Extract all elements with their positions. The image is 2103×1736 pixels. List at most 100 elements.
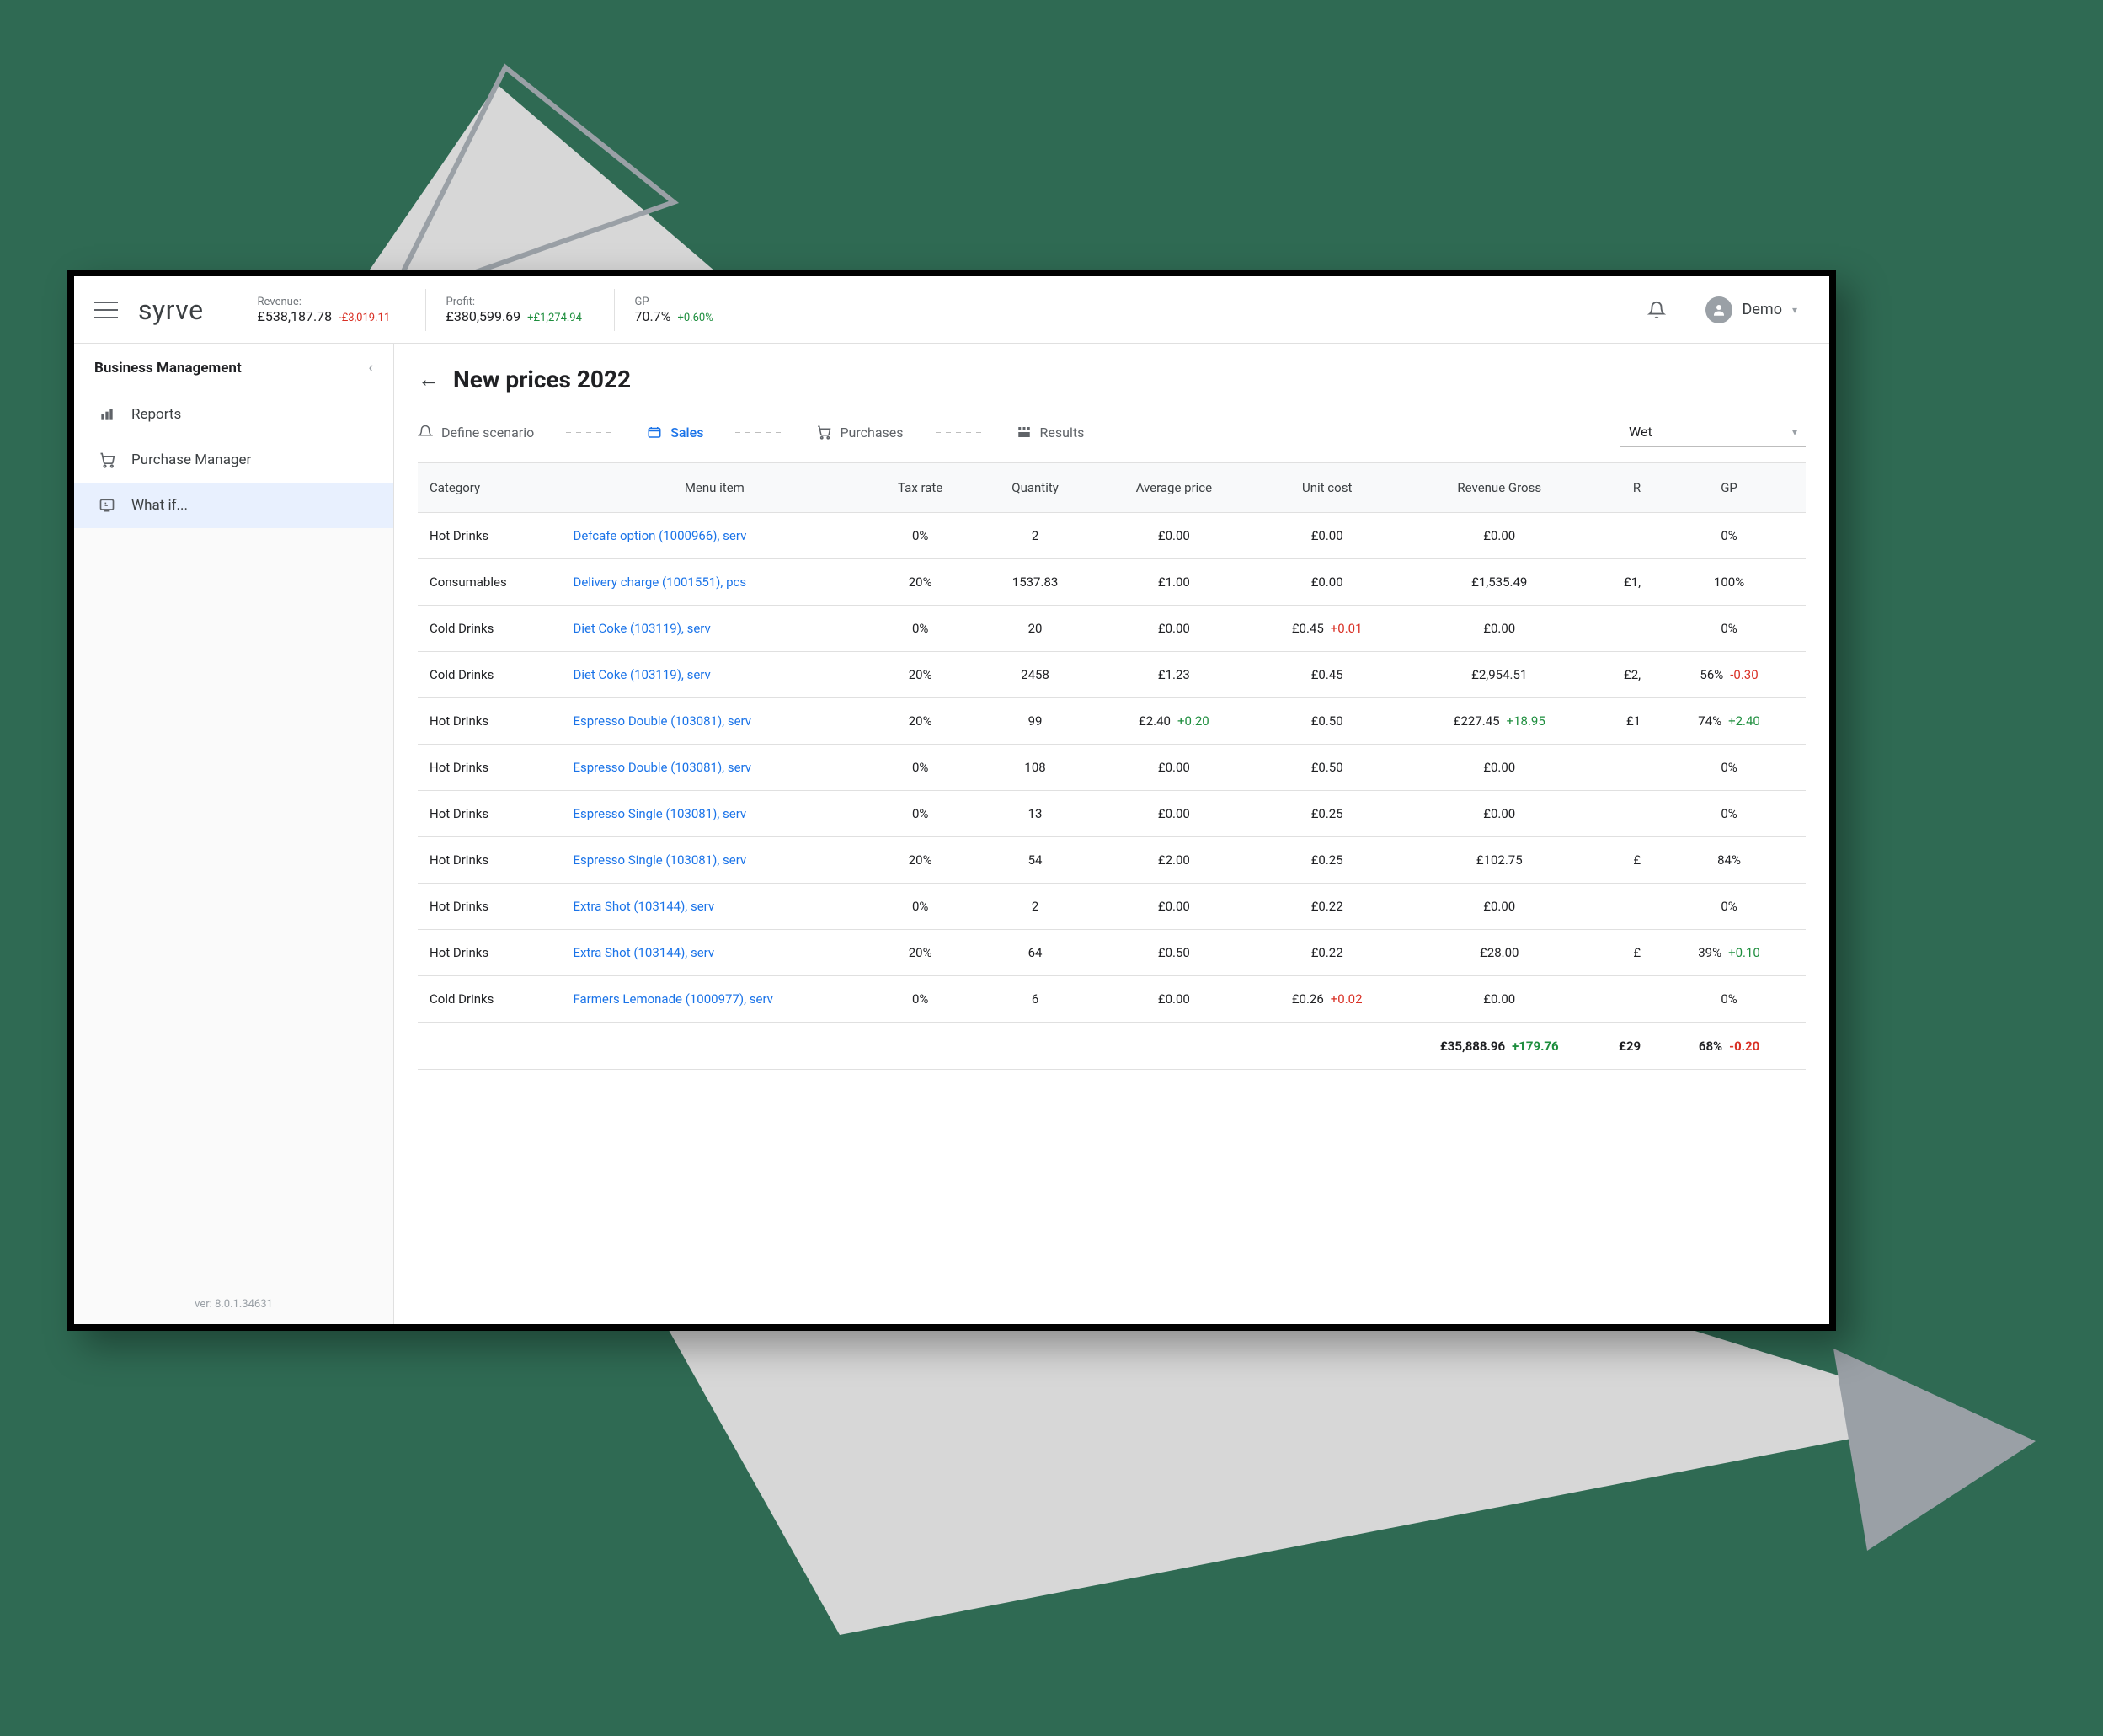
col-avg-price[interactable]: Average price	[1097, 463, 1251, 513]
table-row: Hot DrinksEspresso Double (103081), serv…	[418, 698, 1806, 745]
cell-average-price: £0.00	[1097, 745, 1251, 791]
whatif-icon	[98, 496, 116, 515]
cell-menu-item[interactable]: Diet Coke (103119), serv	[561, 606, 867, 652]
cell-revenue-net: £1	[1595, 698, 1652, 745]
cell-revenue-net: £	[1595, 930, 1652, 976]
results-icon	[1017, 425, 1032, 440]
tab-sales[interactable]: Sales	[647, 425, 703, 441]
cell-quantity: 54	[973, 837, 1097, 884]
cell-menu-item[interactable]: Diet Coke (103119), serv	[561, 652, 867, 698]
kpi-label: Revenue:	[258, 296, 405, 308]
sidebar-item-purchase[interactable]: Purchase Manager	[74, 437, 393, 483]
totals-rev-net: £29	[1619, 1039, 1641, 1054]
cell-revenue-net	[1595, 791, 1652, 837]
tab-results[interactable]: Results	[1017, 425, 1085, 441]
col-tax-rate[interactable]: Tax rate	[867, 463, 973, 513]
sidebar-section-header: Business Management ‹	[74, 344, 393, 392]
cell-quantity: 108	[973, 745, 1097, 791]
sidebar: Business Management ‹ Reports Purchase Ma…	[74, 344, 394, 1324]
cell-category: Hot Drinks	[418, 698, 561, 745]
kpi-value: £538,187.78	[258, 308, 333, 324]
cell-revenue-net: £	[1595, 837, 1652, 884]
cell-gp: 0%	[1652, 976, 1806, 1023]
back-button[interactable]: ←	[418, 366, 440, 393]
cell-menu-item[interactable]: Espresso Double (103081), serv	[561, 698, 867, 745]
cell-menu-item[interactable]: Espresso Single (103081), serv	[561, 837, 867, 884]
tab-purchases[interactable]: Purchases	[816, 425, 903, 441]
col-rev-net[interactable]: R	[1595, 463, 1652, 513]
cell-quantity: 2	[973, 884, 1097, 930]
sidebar-section-title: Business Management	[94, 360, 242, 377]
cell-gp: 0%	[1652, 513, 1806, 559]
cell-category: Hot Drinks	[418, 513, 561, 559]
cell-category: Hot Drinks	[418, 745, 561, 791]
col-gp[interactable]: GP	[1652, 463, 1806, 513]
table-row: Hot DrinksExtra Shot (103144), serv20%64…	[418, 930, 1806, 976]
sidebar-item-reports[interactable]: Reports	[74, 392, 393, 437]
cell-tax-rate: 0%	[867, 976, 973, 1023]
cell-average-price: £0.00	[1097, 606, 1251, 652]
cell-average-price: £2.40+0.20	[1097, 698, 1251, 745]
cell-quantity: 6	[973, 976, 1097, 1023]
notifications-button[interactable]	[1640, 293, 1673, 327]
cell-revenue-gross: £0.00	[1404, 884, 1595, 930]
cell-unit-cost: £0.25	[1251, 791, 1404, 837]
cell-revenue-gross: £28.00	[1404, 930, 1595, 976]
cell-tax-rate: 0%	[867, 791, 973, 837]
col-unit-cost[interactable]: Unit cost	[1251, 463, 1404, 513]
cell-tax-rate: 20%	[867, 837, 973, 884]
sales-table: Category Menu item Tax rate Quantity Ave…	[418, 463, 1806, 1324]
col-category[interactable]: Category	[418, 463, 561, 513]
menu-toggle-icon[interactable]	[94, 302, 118, 318]
table-row: Hot DrinksDefcafe option (1000966), serv…	[418, 513, 1806, 559]
sales-icon	[647, 425, 662, 440]
scenario-tabs: Define scenario Sales Purchases Results Wet…	[418, 398, 1806, 463]
cell-menu-item[interactable]: Extra Shot (103144), serv	[561, 884, 867, 930]
category-filter-select[interactable]: Wet ▾	[1620, 417, 1806, 447]
cell-revenue-gross: £227.45+18.95	[1404, 698, 1595, 745]
cell-tax-rate: 0%	[867, 513, 973, 559]
user-menu[interactable]: Demo ▾	[1694, 291, 1809, 329]
cell-unit-cost: £0.25	[1251, 837, 1404, 884]
sidebar-collapse-button[interactable]: ‹	[368, 359, 373, 377]
cell-menu-item[interactable]: Farmers Lemonade (1000977), serv	[561, 976, 867, 1023]
sidebar-item-whatif[interactable]: What if...	[74, 483, 393, 528]
app-window: syrve Revenue:£538,187.78-£3,019.11Profi…	[67, 270, 1836, 1331]
cell-unit-cost: £0.22	[1251, 930, 1404, 976]
cell-revenue-gross: £102.75	[1404, 837, 1595, 884]
tab-label: Results	[1040, 425, 1085, 441]
cell-tax-rate: 20%	[867, 652, 973, 698]
kpi-label: Profit:	[446, 296, 594, 308]
cell-average-price: £1.23	[1097, 652, 1251, 698]
totals-gp-delta: -0.20	[1729, 1039, 1759, 1054]
cell-unit-cost: £0.45	[1251, 652, 1404, 698]
sidebar-item-label: Reports	[131, 406, 181, 423]
cell-gp: 0%	[1652, 606, 1806, 652]
cell-gp: 100%	[1652, 559, 1806, 606]
cell-menu-item[interactable]: Extra Shot (103144), serv	[561, 930, 867, 976]
cell-menu-item[interactable]: Delivery charge (1001551), pcs	[561, 559, 867, 606]
cell-gp: 0%	[1652, 791, 1806, 837]
cell-revenue-net	[1595, 976, 1652, 1023]
tab-label: Sales	[670, 425, 703, 441]
cell-unit-cost: £0.00	[1251, 513, 1404, 559]
cell-revenue-gross: £2,954.51	[1404, 652, 1595, 698]
col-rev-gross[interactable]: Revenue Gross	[1404, 463, 1595, 513]
cell-quantity: 1537.83	[973, 559, 1097, 606]
cell-menu-item[interactable]: Espresso Double (103081), serv	[561, 745, 867, 791]
col-menu-item[interactable]: Menu item	[561, 463, 867, 513]
cell-quantity: 99	[973, 698, 1097, 745]
cell-gp: 39%+0.10	[1652, 930, 1806, 976]
tab-define[interactable]: Define scenario	[418, 425, 534, 441]
cell-menu-item[interactable]: Defcafe option (1000966), serv	[561, 513, 867, 559]
sidebar-item-label: What if...	[131, 497, 188, 514]
cell-revenue-gross: £0.00	[1404, 791, 1595, 837]
table-row: Hot DrinksExtra Shot (103144), serv0%2£0…	[418, 884, 1806, 930]
cell-menu-item[interactable]: Espresso Single (103081), serv	[561, 791, 867, 837]
cell-gp: 84%	[1652, 837, 1806, 884]
cell-category: Hot Drinks	[418, 930, 561, 976]
tab-separator	[735, 432, 784, 433]
col-quantity[interactable]: Quantity	[973, 463, 1097, 513]
topbar: syrve Revenue:£538,187.78-£3,019.11Profi…	[74, 276, 1829, 344]
cell-unit-cost: £0.26+0.02	[1251, 976, 1404, 1023]
